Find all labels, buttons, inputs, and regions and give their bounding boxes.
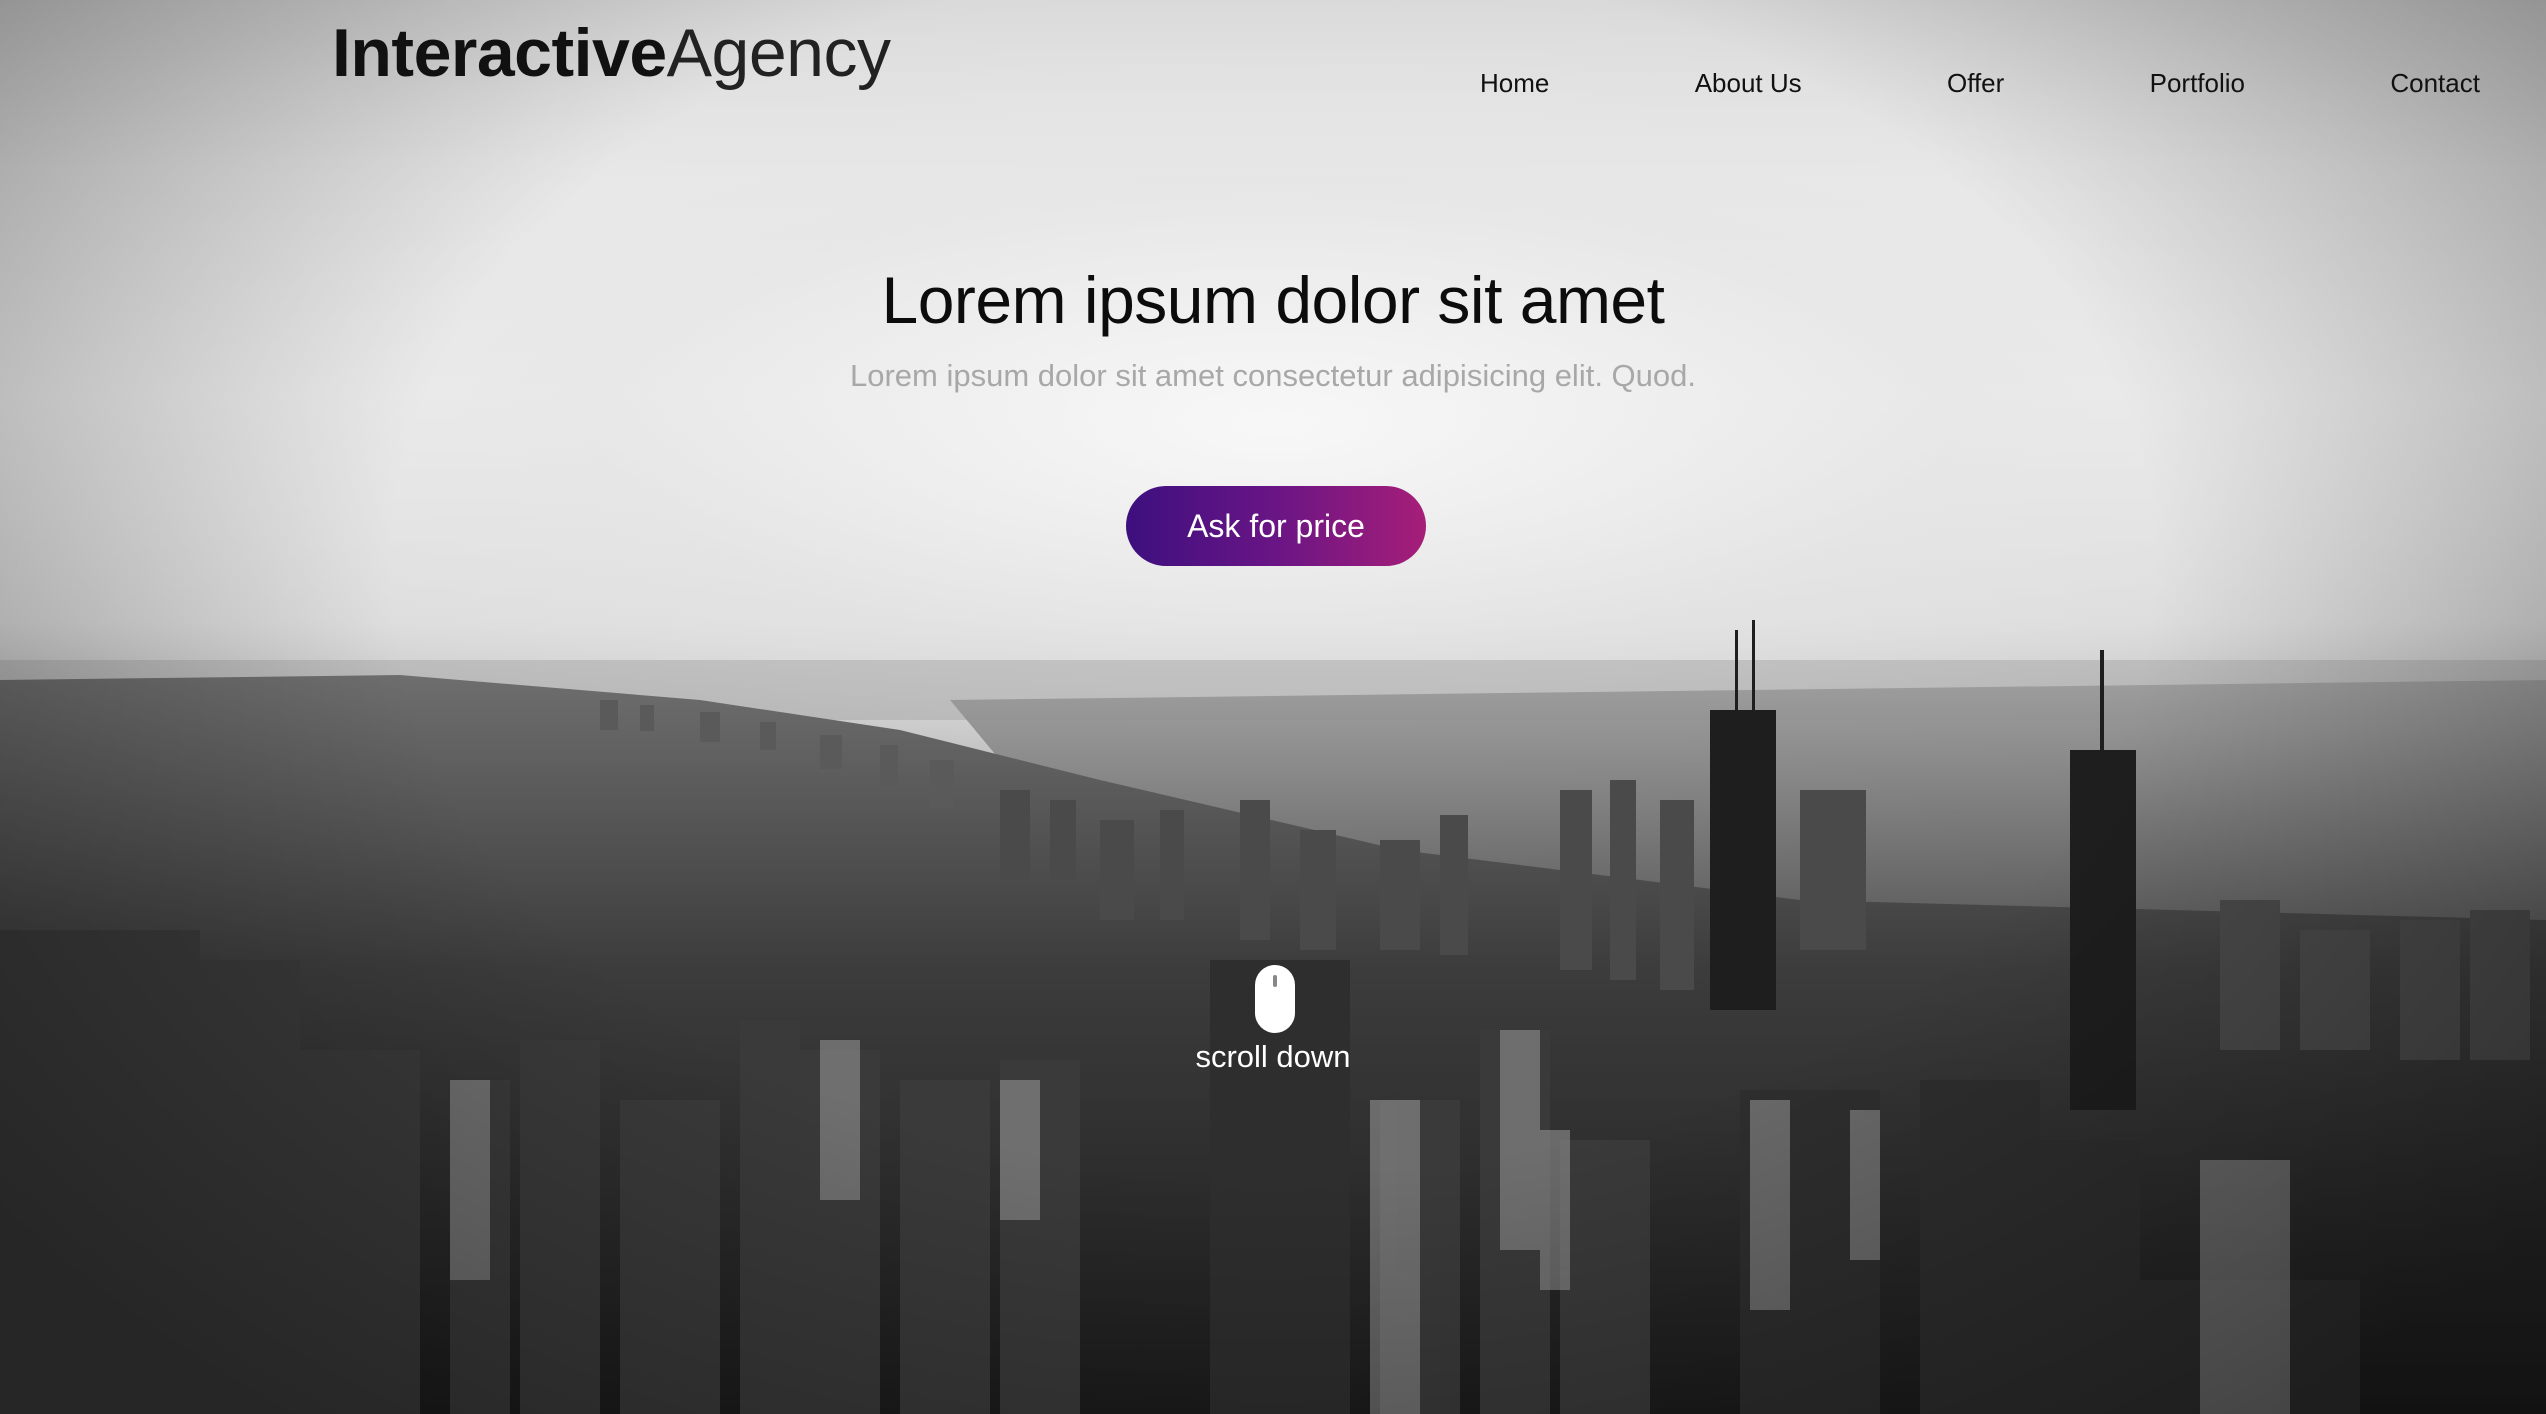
scroll-down-indicator[interactable]: scroll down xyxy=(0,965,2546,1075)
mouse-icon xyxy=(1255,965,1295,1033)
city-skyline-background-image xyxy=(0,620,2546,1414)
brand-name-light: Agency xyxy=(666,15,891,91)
nav-item-offer[interactable]: Offer xyxy=(1947,64,2004,103)
ask-for-price-button[interactable]: Ask for price xyxy=(1126,486,1426,566)
hero-title: Lorem ipsum dolor sit amet xyxy=(881,263,1665,337)
hero-section: InteractiveAgency Home About Us Offer Po… xyxy=(0,0,2546,1414)
brand-logo[interactable]: InteractiveAgency xyxy=(332,14,891,92)
nav-item-home[interactable]: Home xyxy=(1480,64,1549,103)
scroll-down-label: scroll down xyxy=(1195,1039,1351,1074)
hero-subtitle: Lorem ipsum dolor sit amet consectetur a… xyxy=(849,358,1696,393)
nav-item-portfolio[interactable]: Portfolio xyxy=(2150,64,2245,103)
main-navigation: Home About Us Offer Portfolio Contact xyxy=(1480,64,2480,103)
brand-name-bold: Interactive xyxy=(332,15,667,91)
nav-item-about-us[interactable]: About Us xyxy=(1695,64,1802,103)
nav-item-contact[interactable]: Contact xyxy=(2390,64,2480,103)
